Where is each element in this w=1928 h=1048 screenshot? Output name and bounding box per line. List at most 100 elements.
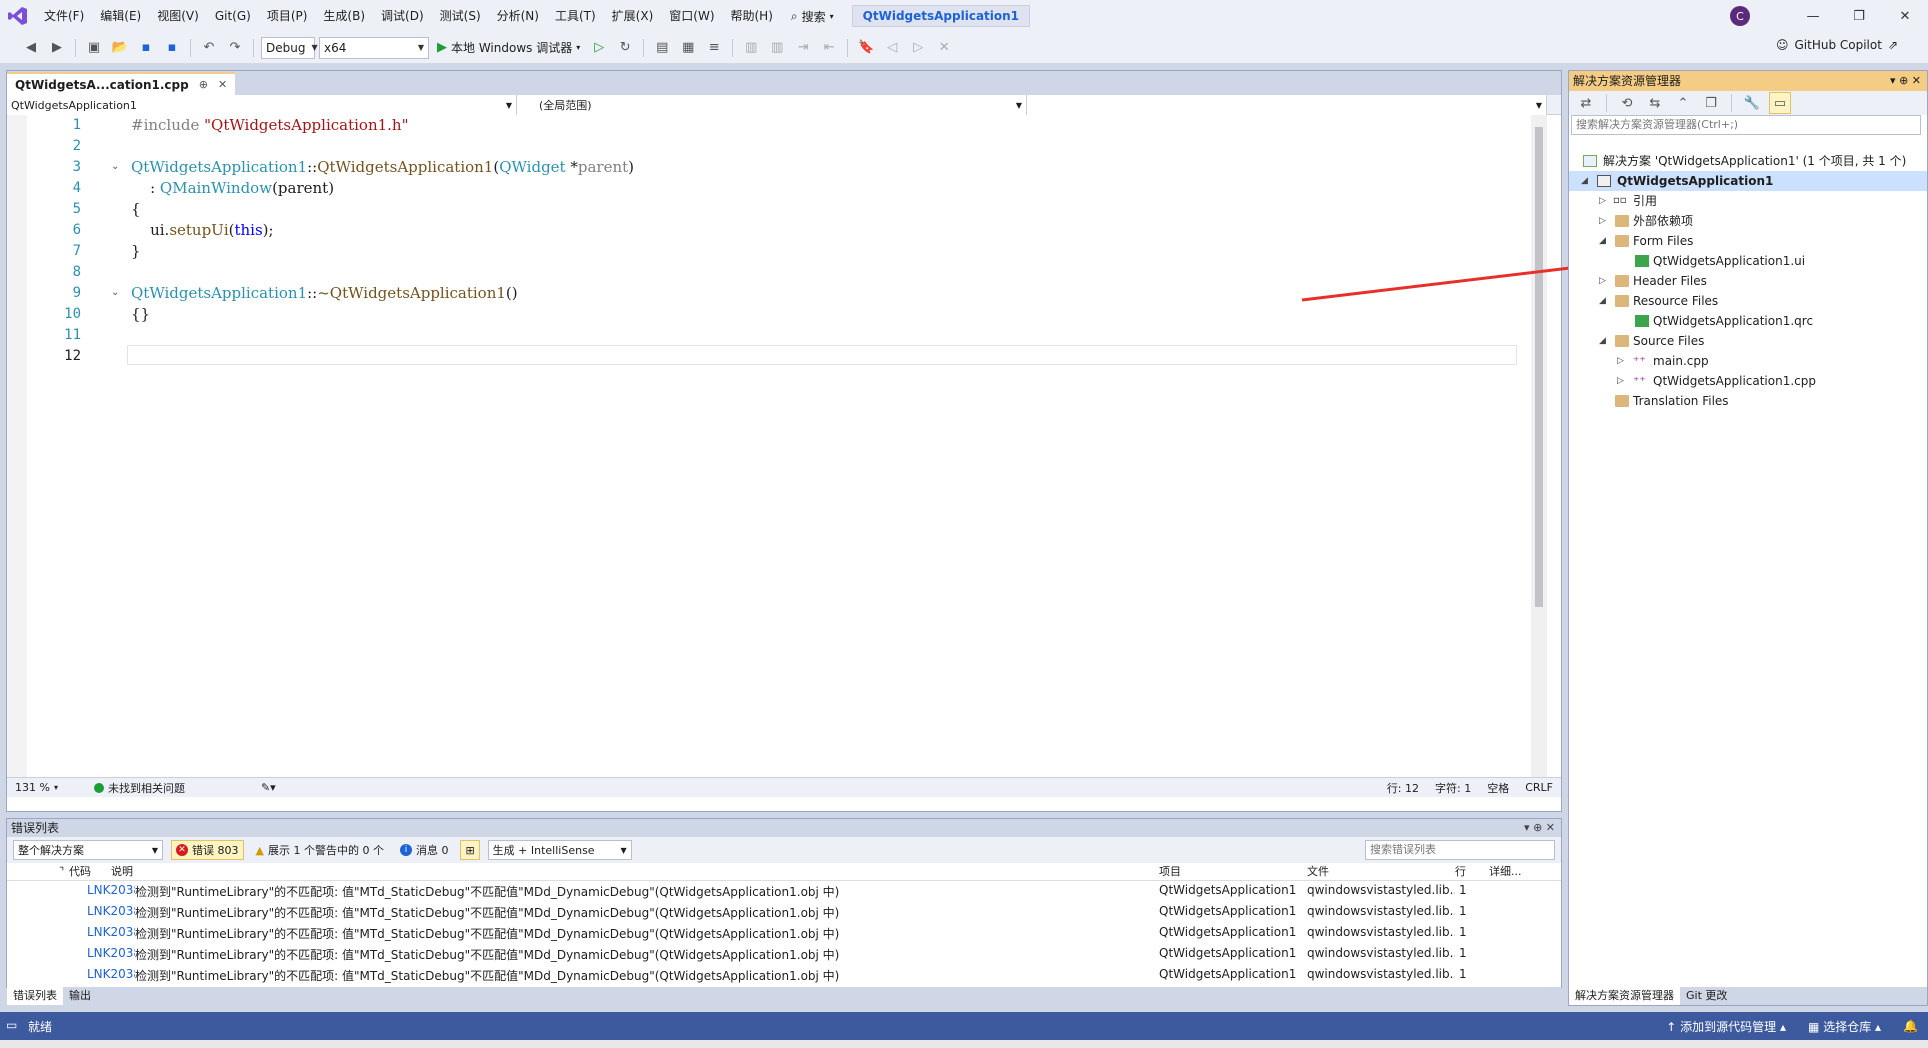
eol-indicator[interactable]: CRLF xyxy=(1517,781,1561,794)
sort-icon[interactable]: ⌝ xyxy=(59,863,64,881)
member-nav-select[interactable]: ▼ xyxy=(1027,95,1547,115)
save-icon[interactable]: ▪ xyxy=(135,37,157,59)
col-header-line[interactable]: 行 xyxy=(1455,863,1466,881)
tree-project[interactable]: ◢ QtWidgetsApplication1 xyxy=(1569,171,1927,191)
menu-git[interactable]: Git(G) xyxy=(207,0,259,32)
menu-test[interactable]: 测试(S) xyxy=(432,0,489,32)
scrollbar-thumb[interactable] xyxy=(1535,127,1543,607)
platform-select[interactable]: x64 ▼ xyxy=(319,36,429,59)
scope-select[interactable]: 整个解决方案 ▼ xyxy=(13,840,163,860)
tree-header-files[interactable]: ▷ Header Files xyxy=(1569,271,1927,291)
tree-source-files[interactable]: ◢ Source Files xyxy=(1569,331,1927,351)
open-folder-icon[interactable]: 📂 xyxy=(109,37,131,59)
code-text-area[interactable]: 1 2 3 4 5 6 7 8 9 10 11 12 ⌄ ⌄ #include … xyxy=(7,115,1547,777)
error-code[interactable]: LNK2038 xyxy=(87,925,135,939)
clear-bookmarks-icon[interactable]: ✕ xyxy=(933,37,955,59)
expanded-arrow-icon[interactable]: ◢ xyxy=(1599,331,1606,351)
prev-bookmark-icon[interactable]: ◁ xyxy=(881,37,903,59)
col-header-desc[interactable]: 说明 xyxy=(111,863,133,881)
col-header-code[interactable]: 代码 xyxy=(69,863,91,881)
table-row[interactable]: ✕ LNK2038 检测到"RuntimeLibrary"的不匹配项: 值"MT… xyxy=(7,944,1547,965)
table-row[interactable]: ✕ LNK2038 检测到"RuntimeLibrary"的不匹配项: 值"MT… xyxy=(7,902,1547,923)
col-header-detail[interactable]: 详细... xyxy=(1489,863,1522,881)
hot-reload-icon[interactable]: ↻ xyxy=(614,37,636,59)
build-filter-select[interactable]: 生成 + IntelliSense ▼ xyxy=(487,840,632,860)
col-header-project[interactable]: 项目 xyxy=(1159,863,1181,881)
menu-build[interactable]: 生成(B) xyxy=(315,0,373,32)
next-bookmark-icon[interactable]: ▷ xyxy=(907,37,929,59)
expanded-arrow-icon[interactable]: ◢ xyxy=(1599,231,1606,251)
save-all-icon[interactable]: ▪ xyxy=(161,37,183,59)
filter-icon[interactable]: ⊞ xyxy=(460,840,480,860)
table-row[interactable]: ✕ LNK2038 检测到"RuntimeLibrary"的不匹配项: 值"MT… xyxy=(7,965,1547,983)
add-source-control-button[interactable]: ↑ 添加到源代码管理 ▴ xyxy=(1666,1018,1786,1035)
char-indicator[interactable]: 字符: 1 xyxy=(1427,780,1479,796)
show-all-files-icon[interactable]: ❐ xyxy=(1700,92,1722,114)
close-icon[interactable]: ✕ xyxy=(218,78,227,91)
menu-debug[interactable]: 调试(D) xyxy=(373,0,432,32)
panel-controls[interactable]: ▾ ⊕ ✕ xyxy=(1524,819,1555,837)
github-copilot-button[interactable]: ☺ GitHub Copilot ⇗ xyxy=(1776,38,1898,52)
format-icon[interactable]: ≡ xyxy=(703,37,725,59)
close-window-button[interactable]: ✕ xyxy=(1882,0,1928,32)
undo-icon[interactable]: ↶ xyxy=(198,37,220,59)
zoom-select[interactable]: 131 % ▾ xyxy=(7,781,66,794)
tab-qtwidgetsapplication1-cpp[interactable]: QtWidgetsA...cation1.cpp ⊕ ✕ xyxy=(7,72,236,95)
history-icon[interactable]: ⟲ xyxy=(1616,92,1638,114)
account-avatar[interactable]: C xyxy=(1730,6,1750,26)
messages-filter-button[interactable]: i 消息 0 xyxy=(396,840,453,860)
menu-help[interactable]: 帮助(H) xyxy=(723,0,781,32)
errors-filter-button[interactable]: ✕ 错误 803 xyxy=(171,840,244,860)
search-menu[interactable]: ⌕ 搜索 ▾ xyxy=(781,8,844,25)
table-row[interactable]: ✕ LNK2038 检测到"RuntimeLibrary"的不匹配项: 值"MT… xyxy=(7,923,1547,944)
tree-translation-files[interactable]: Translation Files xyxy=(1569,391,1927,411)
panel-controls[interactable]: ▾ ⊕ ✕ xyxy=(1890,71,1921,91)
menu-window[interactable]: 窗口(W) xyxy=(661,0,722,32)
tree-form-files[interactable]: ◢ Form Files xyxy=(1569,231,1927,251)
tab-git-changes[interactable]: Git 更改 xyxy=(1680,987,1733,1005)
restore-button[interactable]: ❐ xyxy=(1836,0,1882,32)
tab-output[interactable]: 输出 xyxy=(63,987,97,1005)
layout-icon[interactable]: ▦ xyxy=(677,37,699,59)
tree-resource-files[interactable]: ◢ Resource Files xyxy=(1569,291,1927,311)
pin-icon[interactable]: ⊕ xyxy=(199,78,208,91)
preview-icon[interactable]: ▭ xyxy=(1769,92,1791,114)
bookmark-icon[interactable]: 🔖 xyxy=(855,37,877,59)
project-nav-select[interactable]: QtWidgetsApplication1 ▼ xyxy=(7,95,517,115)
collapse-icon[interactable]: ⌄ xyxy=(111,287,119,298)
start-without-debugging-icon[interactable]: ▷ xyxy=(588,37,610,59)
expanded-arrow-icon[interactable]: ◢ xyxy=(1599,291,1606,311)
tree-references[interactable]: ▷ ▫▫ 引用 xyxy=(1569,191,1927,211)
line-indicator[interactable]: 行: 12 xyxy=(1379,780,1427,796)
whitespace-indicator[interactable]: 空格 xyxy=(1479,780,1517,796)
tree-solution[interactable]: 解决方案 'QtWidgetsApplication1' (1 个项目, 共 1… xyxy=(1569,151,1927,171)
menu-tools[interactable]: 工具(T) xyxy=(547,0,604,32)
properties-icon[interactable]: 🔧 xyxy=(1741,92,1763,114)
vertical-scrollbar[interactable] xyxy=(1531,115,1547,777)
redo-icon[interactable]: ↷ xyxy=(224,37,246,59)
notifications-icon[interactable]: 🔔 xyxy=(1903,1019,1918,1033)
tree-external-dependencies[interactable]: ▷ 外部依赖项 xyxy=(1569,211,1927,231)
comment-icon[interactable]: ▥ xyxy=(740,37,762,59)
collapsed-arrow-icon[interactable]: ▷ xyxy=(1617,351,1624,371)
menu-edit[interactable]: 编辑(E) xyxy=(92,0,149,32)
folder-icon[interactable]: ▤ xyxy=(651,37,673,59)
switch-views-icon[interactable]: ⇄ xyxy=(1575,92,1597,114)
error-code[interactable]: LNK2038 xyxy=(87,946,135,960)
solution-search-input[interactable]: 搜索解决方案资源管理器(Ctrl+;) xyxy=(1571,115,1921,135)
error-code[interactable]: LNK2038 xyxy=(87,967,135,981)
scope-nav-select[interactable]: (全局范围) ▼ xyxy=(517,95,1027,115)
menu-file[interactable]: 文件(F) xyxy=(36,0,92,32)
error-list-search-input[interactable]: 搜索错误列表 xyxy=(1365,840,1555,860)
tab-solution-explorer[interactable]: 解决方案资源管理器 xyxy=(1569,987,1680,1005)
collapse-icon[interactable]: ⌄ xyxy=(111,161,119,172)
col-header-file[interactable]: 文件 xyxy=(1307,863,1329,881)
collapse-all-icon[interactable]: ⌃ xyxy=(1672,92,1694,114)
sync-icon[interactable]: ⇆ xyxy=(1644,92,1666,114)
menu-view[interactable]: 视图(V) xyxy=(149,0,207,32)
collapsed-arrow-icon[interactable]: ▷ xyxy=(1599,211,1606,231)
tree-ui-file[interactable]: QtWidgetsApplication1.ui xyxy=(1569,251,1927,271)
tree-main-cpp[interactable]: ▷ ⁺⁺ main.cpp xyxy=(1569,351,1927,371)
brush-icon[interactable]: ✎▾ xyxy=(253,781,284,794)
error-code[interactable]: LNK2038 xyxy=(87,883,135,897)
